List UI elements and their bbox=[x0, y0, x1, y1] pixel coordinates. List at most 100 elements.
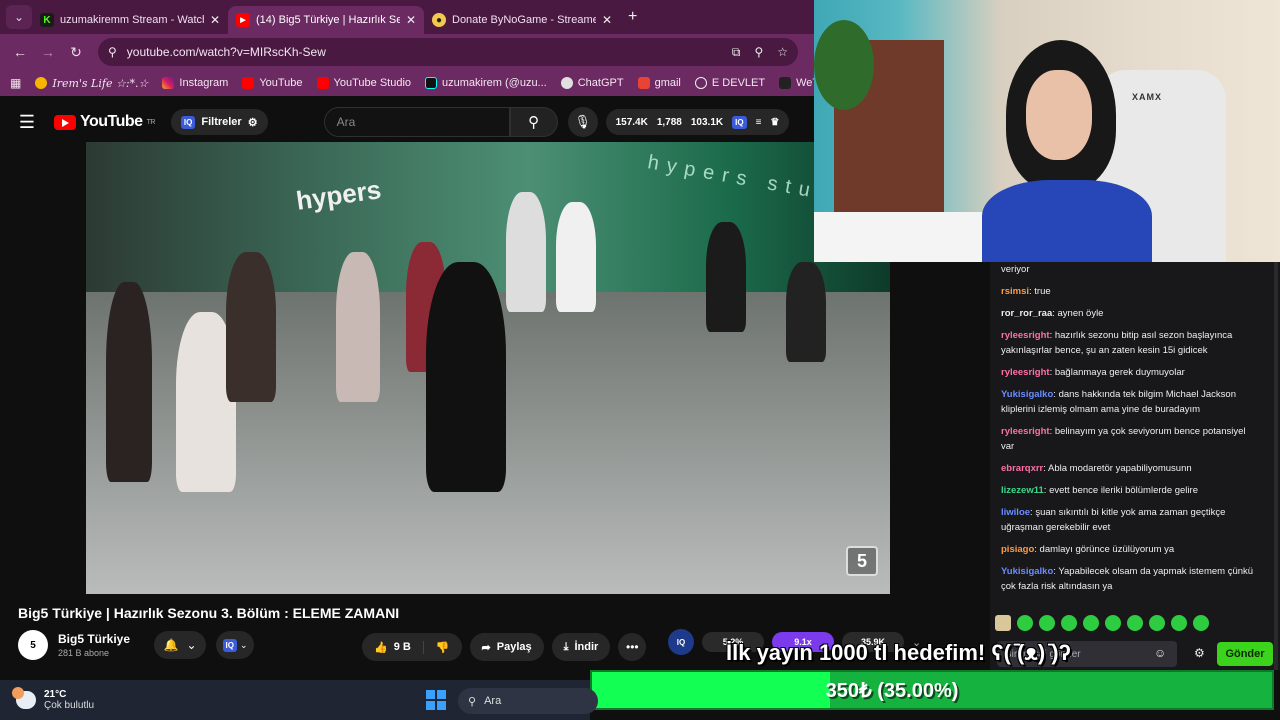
bookmark-label: uzumakirem (@uzu... bbox=[442, 77, 547, 89]
tab-donate[interactable]: ● Donate ByNoGame - Streamer ✕ bbox=[424, 6, 620, 34]
chat-username[interactable]: lizezew11 bbox=[1001, 485, 1044, 496]
thumbs-down-icon: 👎 bbox=[435, 641, 450, 654]
new-tab-button[interactable]: + bbox=[628, 8, 637, 26]
bookmark-star-icon[interactable]: ☆ bbox=[777, 45, 788, 60]
chat-username[interactable]: ebrarqxrr bbox=[1001, 463, 1043, 474]
chat-text: damlayı görünce üzülüyorum ya bbox=[1039, 544, 1175, 555]
like-dislike-group: 👍 9 B 👎 bbox=[362, 633, 462, 661]
notification-bell-button[interactable]: 🔔 ⌄ bbox=[154, 631, 207, 659]
chat-username[interactable]: liwiloe bbox=[1001, 507, 1030, 518]
emote-icon[interactable] bbox=[1149, 615, 1165, 631]
chat-username[interactable]: pisiago bbox=[1001, 544, 1034, 555]
donation-goal-text: İlk yayın 1000 tl hedefim! ʕ( ̄(ᴥ) ̄)ʔ bbox=[726, 640, 1071, 665]
stat-value: 157.4K bbox=[615, 116, 648, 128]
chat-text: evett bence ileriki bölümlerde gelire bbox=[1049, 485, 1198, 496]
chat-scrollbar[interactable] bbox=[1274, 262, 1278, 670]
share-button[interactable]: ➦ Paylaş bbox=[469, 633, 544, 661]
tab-kick[interactable]: K uzumakiremm Stream - Watch ✕ bbox=[32, 6, 228, 34]
bookmark-youtube[interactable]: YouTube bbox=[242, 77, 303, 89]
bookmark-instagram[interactable]: Instagram bbox=[162, 77, 228, 89]
close-icon[interactable]: ✕ bbox=[210, 13, 220, 27]
send-button[interactable]: Gönder bbox=[1217, 642, 1273, 666]
extension-stats[interactable]: 157.4K 1,788 103.1K IQ ≡ ♛ bbox=[605, 109, 790, 135]
taskbar-search-label: Ara bbox=[484, 695, 502, 707]
video-actions: 👍 9 B 👎 ➦ Paylaş ⤓ İndir ••• bbox=[362, 633, 647, 661]
search-input[interactable]: Ara bbox=[323, 107, 510, 137]
tab-youtube[interactable]: ▶ (14) Big5 Türkiye | Hazırlık Sezo ✕ bbox=[228, 6, 424, 34]
install-icon[interactable]: ⧉ bbox=[732, 45, 741, 60]
close-icon[interactable]: ✕ bbox=[602, 13, 612, 27]
chat-message: Yukisigalko: dans hakkında tek bilgim Mi… bbox=[1001, 387, 1258, 417]
trophy-icon[interactable]: ♛ bbox=[770, 117, 779, 128]
channel-row: 5 Big5 Türkiye 281 B abone 🔔 ⌄ IQ ⌄ bbox=[18, 630, 255, 660]
bookmark-youtube-studio[interactable]: YouTube Studio bbox=[316, 77, 411, 89]
forward-button[interactable]: → bbox=[34, 44, 62, 60]
emote-bar bbox=[995, 615, 1209, 631]
filters-button[interactable]: IQ Filtreler ⚙ bbox=[170, 109, 268, 135]
donation-goal-amount: 350₺ (35.00%) bbox=[825, 679, 959, 702]
channel-name[interactable]: Big5 Türkiye bbox=[58, 632, 130, 646]
chat-username[interactable]: Yukisigalko bbox=[1001, 389, 1053, 400]
bookmark-e-devlet[interactable]: E DEVLET bbox=[694, 77, 766, 89]
chat-username[interactable]: ror_ror_raa bbox=[1001, 308, 1052, 319]
bell-icon: 🔔 bbox=[163, 638, 179, 652]
chat-username[interactable]: ryleesright bbox=[1001, 426, 1050, 437]
menu-icon[interactable]: ☰ bbox=[0, 112, 54, 133]
bookmark-irems-life[interactable]: Irem's Life ☆:*.☆ bbox=[35, 77, 148, 90]
search-button[interactable]: ⚲ bbox=[509, 107, 558, 137]
download-button[interactable]: ⤓ İndir bbox=[551, 633, 611, 661]
site-info-icon[interactable]: ⚲ bbox=[108, 45, 117, 59]
logo-country: TR bbox=[146, 118, 156, 126]
youtube-logo[interactable]: YouTube TR bbox=[54, 113, 155, 131]
taskbar-search[interactable]: ⚲ Ara bbox=[458, 688, 598, 714]
chatgpt-icon bbox=[560, 77, 573, 89]
tab-search-button[interactable]: ⌄ bbox=[6, 5, 32, 29]
chat-username[interactable]: ryleesright bbox=[1001, 367, 1050, 378]
bookmark-gmail[interactable]: gmail bbox=[637, 77, 681, 89]
emote-icon[interactable] bbox=[995, 615, 1011, 631]
chat-message: pisiago: damlayı görünce üzülüyorum ya bbox=[1001, 542, 1258, 557]
emote-icon[interactable] bbox=[1171, 615, 1187, 631]
more-button[interactable]: ••• bbox=[618, 633, 647, 661]
channel-avatar[interactable]: 5 bbox=[18, 630, 48, 660]
close-icon[interactable]: ✕ bbox=[406, 13, 416, 27]
iq-badge-icon[interactable]: IQ bbox=[668, 629, 694, 655]
chat-username[interactable]: ryleesright bbox=[1001, 330, 1050, 341]
bookmarks-bar: ▦ Irem's Life ☆:*.☆ Instagram YouTube Yo… bbox=[0, 70, 814, 96]
emote-icon[interactable] bbox=[1039, 615, 1055, 631]
windows-start-icon[interactable] bbox=[426, 690, 446, 710]
emote-icon[interactable] bbox=[1061, 615, 1077, 631]
streamer bbox=[982, 40, 1152, 262]
url-bar[interactable]: ⚲ youtube.com/watch?v=MIRscKh-Sew ⧉ ⚲ ☆ bbox=[98, 38, 798, 66]
video-player[interactable]: hypers hypers studios 5 bbox=[86, 142, 890, 594]
bookmark-tiktok[interactable]: uzumakirem (@uzu... bbox=[425, 77, 547, 89]
like-button[interactable]: 👍 9 B bbox=[362, 640, 424, 654]
gear-icon[interactable]: ⚙ bbox=[1194, 646, 1205, 660]
chat-username[interactable]: rsimsi bbox=[1001, 286, 1029, 297]
bookmark-wetransfer[interactable]: WeTransfe bbox=[779, 77, 814, 89]
reload-button[interactable]: ↻ bbox=[62, 44, 90, 61]
apps-grid-icon[interactable]: ▦ bbox=[10, 76, 21, 90]
emote-icon[interactable] bbox=[1105, 615, 1121, 631]
bookmark-chatgpt[interactable]: ChatGPT bbox=[560, 77, 624, 89]
weather-widget[interactable]: 21°C Çok bulutlu bbox=[0, 687, 94, 711]
youtube-icon: ▶ bbox=[236, 13, 250, 27]
emote-icon[interactable] bbox=[1127, 615, 1143, 631]
chat-username[interactable]: Yukisigalko bbox=[1001, 566, 1053, 577]
video-figure bbox=[506, 192, 546, 312]
webcam-feed: XAMX bbox=[814, 0, 1280, 262]
iq-button[interactable]: IQ ⌄ bbox=[216, 631, 255, 659]
emote-icon[interactable] bbox=[1017, 615, 1033, 631]
back-button[interactable]: ← bbox=[6, 44, 34, 60]
bookmark-label: E DEVLET bbox=[711, 77, 766, 89]
emote-icon[interactable] bbox=[1193, 615, 1209, 631]
zoom-icon[interactable]: ⚲ bbox=[754, 45, 763, 60]
microphone-icon: 🎙 bbox=[574, 114, 591, 129]
voice-search-button[interactable]: 🎙 bbox=[567, 107, 598, 137]
emote-icon[interactable] bbox=[1083, 615, 1099, 631]
emoji-icon[interactable]: ☺ bbox=[1154, 646, 1166, 660]
dislike-button[interactable]: 👎 bbox=[424, 641, 462, 654]
chat-text: veriyor bbox=[1001, 264, 1030, 275]
list-icon[interactable]: ≡ bbox=[756, 117, 762, 128]
chevron-down-icon: ⌄ bbox=[239, 639, 248, 650]
